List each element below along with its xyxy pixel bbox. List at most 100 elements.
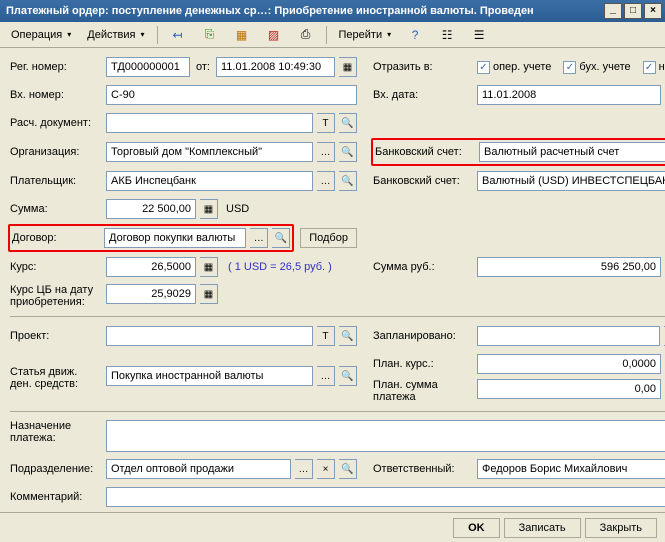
vh-num-label: Вх. номер:: [10, 89, 102, 101]
sum-label: Сумма:: [10, 203, 102, 215]
copy-icon: ⎘: [202, 27, 218, 43]
stat-lookup-btn[interactable]: 🔍: [339, 366, 357, 386]
kurs-calc-btn[interactable]: ▦: [200, 257, 218, 277]
actions-menu[interactable]: Действия: [80, 26, 151, 44]
kurs-note: ( 1 USD = 26,5 руб. ): [228, 261, 332, 273]
reg-num-input[interactable]: ТД000000001: [106, 57, 190, 77]
nazn-input[interactable]: [106, 420, 665, 452]
sum-currency: USD: [226, 203, 249, 215]
rasch-t-btn[interactable]: T: [317, 113, 335, 133]
payer-label: Плательщик:: [10, 175, 102, 187]
comment-input[interactable]: [106, 487, 665, 507]
dogovor-input[interactable]: Договор покупки валюты: [104, 228, 246, 248]
stat-more-btn[interactable]: …: [317, 366, 335, 386]
otv-input[interactable]: Федоров Борис Михайлович: [477, 459, 665, 479]
dogovor-more-btn[interactable]: …: [250, 228, 268, 248]
tool-print[interactable]: ⎙: [291, 24, 321, 46]
sumrub-label: Сумма руб.:: [373, 261, 473, 273]
chk-nal[interactable]: ✓нал. учете: [643, 61, 665, 74]
chk-oper[interactable]: ✓опер. учете: [477, 61, 551, 74]
close-button[interactable]: ×: [644, 3, 662, 19]
vh-date-input[interactable]: 11.01.2008: [477, 85, 661, 105]
proekt-lookup-btn[interactable]: 🔍: [339, 326, 357, 346]
sum-input[interactable]: 22 500,00: [106, 199, 196, 219]
dogovor-label: Договор:: [12, 232, 100, 244]
print-icon: ⎙: [298, 27, 314, 43]
tool-copy[interactable]: ⎘: [195, 24, 225, 46]
bank1-input[interactable]: Валютный расчетный счет: [479, 142, 665, 162]
tool-tree[interactable]: ☷: [432, 24, 462, 46]
org-input[interactable]: Торговый дом "Комплексный": [106, 142, 313, 162]
kurs-input[interactable]: 26,5000: [106, 257, 196, 277]
plan-input[interactable]: [477, 326, 660, 346]
close-footer-button[interactable]: Закрыть: [585, 518, 657, 538]
maximize-button[interactable]: □: [624, 3, 642, 19]
arrow-left-icon: ↤: [170, 27, 186, 43]
rasch-doc-input[interactable]: [106, 113, 313, 133]
reg-date-input[interactable]: 11.01.2008 10:49:30: [216, 57, 335, 77]
org-more-btn[interactable]: …: [317, 142, 335, 162]
stat-input[interactable]: Покупка иностранной валюты: [106, 366, 313, 386]
bank1-label: Банковский счет:: [375, 146, 475, 158]
bank2-label: Банковский счет:: [373, 175, 473, 187]
tool-list[interactable]: ☰: [464, 24, 494, 46]
podr-input[interactable]: Отдел оптовой продажи: [106, 459, 291, 479]
rasch-lookup-btn[interactable]: 🔍: [339, 113, 357, 133]
org-label: Организация:: [10, 146, 102, 158]
reg-num-label: Рег. номер:: [10, 61, 102, 73]
sum-calc-btn[interactable]: ▦: [200, 199, 218, 219]
minimize-button[interactable]: _: [604, 3, 622, 19]
stat-label: Статья движ. ден. средств:: [10, 366, 102, 390]
kurs-cb-label: Курс ЦБ на дату приобретения:: [10, 284, 102, 308]
dogovor-lookup-btn[interactable]: 🔍: [272, 228, 290, 248]
otv-label: Ответственный:: [373, 463, 473, 475]
toolbar: Операция Действия ↤ ⎘ ▦ ▨ ⎙ Перейти ? ☷ …: [0, 22, 665, 48]
ok-button[interactable]: OK: [453, 518, 500, 538]
plankurs-label: План. курс.:: [373, 358, 473, 370]
chk-bux[interactable]: ✓бух. учете: [563, 61, 630, 74]
list-icon: ☰: [471, 27, 487, 43]
plansum-label: План. сумма платежа: [373, 379, 473, 403]
window-title: Платежный ордер: поступление денежных ср…: [6, 5, 602, 17]
podr-x-btn[interactable]: ×: [317, 459, 335, 479]
footer: OK Записать Закрыть: [0, 512, 665, 542]
vh-date-label: Вх. дата:: [373, 89, 473, 101]
operation-menu[interactable]: Операция: [4, 26, 78, 44]
tool-help[interactable]: ?: [400, 24, 430, 46]
tool-post[interactable]: ▦: [227, 24, 257, 46]
podbor-btn[interactable]: Подбор: [300, 228, 357, 248]
podr-label: Подразделение:: [10, 463, 102, 475]
tool-unpost[interactable]: ▨: [259, 24, 289, 46]
date-picker-btn[interactable]: ▦: [339, 57, 357, 77]
rasch-doc-label: Расч. документ:: [10, 117, 102, 129]
podr-more-btn[interactable]: …: [295, 459, 313, 479]
podr-lookup-btn[interactable]: 🔍: [339, 459, 357, 479]
plankurs-input[interactable]: 0,0000: [477, 354, 661, 374]
vh-num-input[interactable]: С-90: [106, 85, 357, 105]
org-lookup-btn[interactable]: 🔍: [339, 142, 357, 162]
go-menu[interactable]: Перейти: [332, 26, 399, 44]
tree-icon: ☷: [439, 27, 455, 43]
nazn-label: Назначение платежа:: [10, 420, 102, 444]
unpost-icon: ▨: [266, 27, 282, 43]
kurs-cb-input[interactable]: 25,9029: [106, 284, 196, 304]
payer-input[interactable]: АКБ Инспецбанк: [106, 171, 313, 191]
kurs-cb-calc-btn[interactable]: ▦: [200, 284, 218, 304]
tool-back[interactable]: ↤: [163, 24, 193, 46]
bank2-input[interactable]: Валютный (USD) ИНВЕСТСПЕЦБАНК: [477, 171, 665, 191]
comment-label: Комментарий:: [10, 491, 102, 503]
plansum-input[interactable]: 0,00: [477, 379, 661, 399]
proekt-t-btn[interactable]: T: [317, 326, 335, 346]
post-icon: ▦: [234, 27, 250, 43]
proekt-input[interactable]: [106, 326, 313, 346]
payer-lookup-btn[interactable]: 🔍: [339, 171, 357, 191]
help-icon: ?: [407, 27, 423, 43]
otrazit-label: Отразить в:: [373, 61, 473, 73]
proekt-label: Проект:: [10, 330, 102, 342]
sumrub-input[interactable]: 596 250,00: [477, 257, 661, 277]
ot-label: от:: [196, 61, 210, 73]
save-button[interactable]: Записать: [504, 518, 581, 538]
payer-more-btn[interactable]: …: [317, 171, 335, 191]
kurs-label: Курс:: [10, 261, 102, 273]
titlebar: Платежный ордер: поступление денежных ср…: [0, 0, 665, 22]
